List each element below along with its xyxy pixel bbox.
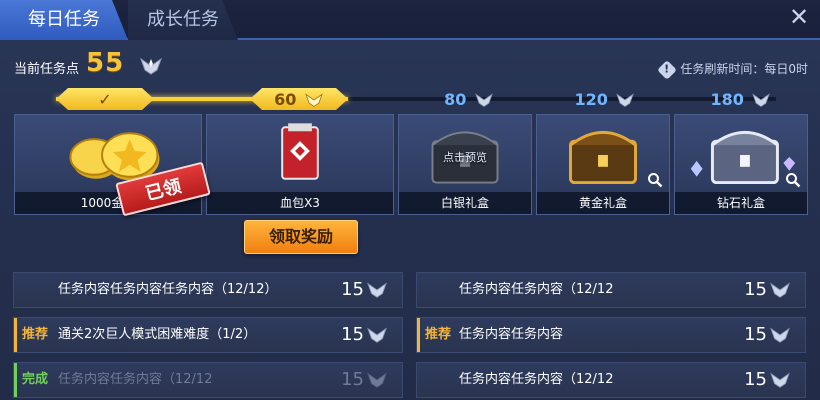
- task-reward: 15: [341, 273, 388, 307]
- milestone-label: 80: [444, 89, 467, 109]
- reward-name: 血包X3: [207, 192, 393, 214]
- info-icon: !: [657, 60, 678, 80]
- milestone-checked: ✓: [56, 88, 154, 110]
- reward-card-silver-chest[interactable]: 点击预览 白银礼盒: [398, 114, 532, 215]
- rank-badge-icon: [305, 92, 323, 107]
- tab-growth[interactable]: 成长任务: [128, 0, 238, 40]
- magnifier-icon[interactable]: [785, 172, 801, 188]
- task-reward-value: 15: [341, 369, 364, 390]
- reward-card-gold-chest[interactable]: 黄金礼盒: [536, 114, 670, 215]
- task-accent-bar: [14, 318, 17, 352]
- rank-badge-icon: [367, 372, 387, 388]
- task-reward: 15: [744, 363, 791, 397]
- tab-bar: 每日任务 成长任务 ✕: [0, 0, 820, 40]
- milestone-label: 120: [574, 89, 608, 109]
- rank-badge-icon: [770, 372, 790, 388]
- task-text: 任务内容任务内容: [459, 327, 564, 342]
- task-reward-value: 15: [341, 279, 364, 300]
- milestone-label: 180: [710, 89, 744, 109]
- task-row: 推荐 任务内容任务内容 15: [416, 317, 806, 353]
- task-accent-bar: [14, 363, 17, 397]
- refresh-text: 任务刷新时间：每日0时: [680, 62, 808, 76]
- milestone-120: 120: [556, 88, 654, 110]
- milestone-180: 180: [692, 88, 790, 110]
- task-row: 任务内容任务内容任务内容（12/12） 15: [13, 272, 403, 308]
- task-reward: 15: [744, 318, 791, 352]
- milestone-60: 60: [250, 88, 348, 110]
- task-row: 完成 任务内容任务内容（12/12 15: [13, 362, 403, 398]
- rank-badge-icon: [770, 282, 790, 298]
- close-button[interactable]: ✕: [784, 2, 814, 32]
- reward-name: 黄金礼盒: [537, 192, 669, 214]
- milestone-check-label: ✓: [98, 89, 112, 109]
- rank-badge-icon: [367, 282, 387, 298]
- points-value: 55: [86, 48, 125, 78]
- task-reward: 15: [341, 318, 388, 352]
- task-reward-value: 15: [744, 324, 767, 345]
- rank-badge-icon: [475, 92, 493, 107]
- claim-reward-button[interactable]: 领取奖励: [244, 220, 358, 254]
- milestone-80: 80: [420, 88, 518, 110]
- task-reward-value: 15: [341, 324, 364, 345]
- tab-daily[interactable]: 每日任务: [0, 0, 128, 40]
- task-row: 任务内容任务内容（12/12 15: [416, 272, 806, 308]
- preview-hint: 点击预览: [443, 151, 487, 164]
- rank-badge-icon: [616, 92, 635, 107]
- task-text: 任务内容任务内容（12/12: [459, 282, 614, 297]
- reward-card-blood-pack[interactable]: 血包X3: [206, 114, 394, 215]
- refresh-time: ! 任务刷新时间：每日0时: [657, 60, 808, 80]
- blood-pack-icon: [281, 123, 319, 180]
- task-row: 任务内容任务内容（12/12 15: [416, 362, 806, 398]
- rank-badge-icon: [367, 327, 387, 343]
- rank-badge-icon: [752, 92, 771, 107]
- task-text: 任务内容任务内容任务内容（12/12）: [58, 282, 278, 297]
- milestone-label: 60: [274, 89, 297, 109]
- rank-badge-icon: [770, 327, 790, 343]
- rank-badge-icon: [140, 57, 162, 75]
- magnifier-icon[interactable]: [647, 172, 663, 188]
- task-text: 任务内容任务内容（12/12: [58, 372, 213, 387]
- task-text: 任务内容任务内容（12/12: [459, 372, 614, 387]
- daily-task-panel: 每日任务 成长任务 ✕ 当前任务点 55 ! 任务刷新时间：每日0时 ✓ 60 8…: [0, 0, 820, 400]
- task-reward-value: 15: [744, 279, 767, 300]
- reward-name: 白银礼盒: [399, 192, 531, 214]
- task-accent-bar: [417, 318, 420, 352]
- task-tag-recommended: 推荐: [425, 327, 452, 342]
- points-label: 当前任务点: [14, 62, 80, 77]
- task-reward: 15: [744, 273, 791, 307]
- task-row: 推荐 通关2次巨人模式困难难度（1/2） 15: [13, 317, 403, 353]
- task-text: 通关2次巨人模式困难难度（1/2）: [58, 327, 257, 342]
- reward-card-diamond-chest[interactable]: 钻石礼盒: [674, 114, 808, 215]
- task-reward-value: 15: [744, 369, 767, 390]
- task-tag-completed: 完成: [22, 372, 49, 387]
- task-tag-recommended: 推荐: [22, 327, 49, 342]
- task-reward: 15: [341, 363, 388, 397]
- reward-name: 钻石礼盒: [675, 192, 807, 214]
